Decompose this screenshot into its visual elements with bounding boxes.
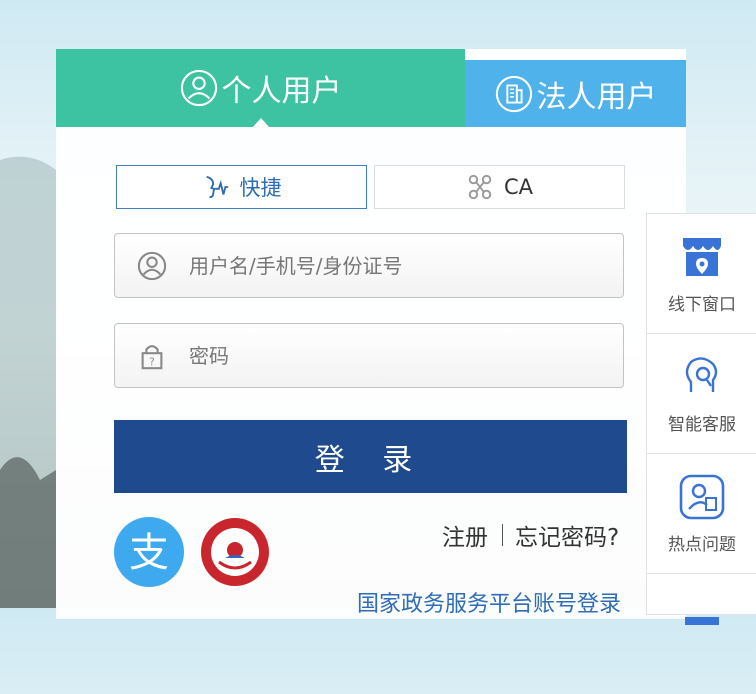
quick-label: 快捷: [239, 176, 282, 200]
face-scan-icon: [205, 175, 228, 199]
right-sidebar: 线下窗口 智能客服 热点问题: [646, 213, 756, 625]
account-links: 注册 忘记密码?: [442, 518, 619, 552]
password-input[interactable]: [187, 342, 591, 369]
sidebar-item-offline-window[interactable]: 线下窗口: [647, 214, 756, 334]
register-link[interactable]: 注册: [442, 518, 488, 552]
link-divider: [502, 524, 503, 546]
partial-icon: [685, 617, 719, 625]
robot-assistant-icon: [685, 357, 718, 392]
sidebar-item-hot-questions[interactable]: 热点问题: [647, 454, 756, 574]
lock-icon: ?: [141, 344, 163, 369]
storefront-location-icon: [683, 238, 721, 276]
tab-personal-user[interactable]: 个人用户: [56, 49, 465, 128]
gov-platform-login-link[interactable]: 国家政务服务平台账号登录: [357, 586, 621, 618]
forgot-password-link[interactable]: 忘记密码?: [515, 518, 619, 552]
alipay-login-icon[interactable]: 支: [114, 517, 184, 587]
username-field[interactable]: [114, 233, 624, 298]
ca-nodes-icon: [468, 174, 492, 200]
svg-text:?: ?: [149, 356, 154, 368]
hot-question-icon: [679, 474, 725, 520]
login-button[interactable]: 登 录: [114, 420, 627, 493]
username-input[interactable]: [187, 252, 591, 279]
tab-active-indicator: [251, 118, 270, 128]
sidebar-item-partial[interactable]: [647, 574, 756, 694]
login-method-quick[interactable]: 快捷: [116, 165, 367, 209]
social-security-card-login-icon[interactable]: [199, 516, 271, 588]
ca-label: CA: [503, 175, 534, 199]
tab-personal-label: 个人用户: [221, 74, 342, 109]
tab-legal-label: 法人用户: [536, 79, 657, 115]
user-circle-icon: [180, 69, 217, 107]
svg-text:支: 支: [129, 530, 169, 576]
login-method-ca[interactable]: CA: [374, 165, 625, 209]
tab-legal-user[interactable]: 法人用户: [465, 60, 686, 127]
sidebar-label-hot-questions: 热点问题: [668, 535, 736, 555]
building-icon: [495, 75, 532, 112]
user-icon: [137, 251, 167, 280]
sidebar-item-smart-service[interactable]: 智能客服: [647, 334, 756, 454]
sidebar-label-smart-service: 智能客服: [668, 415, 736, 435]
password-field[interactable]: ?: [114, 323, 624, 388]
sidebar-label-offline-window: 线下窗口: [668, 295, 736, 315]
